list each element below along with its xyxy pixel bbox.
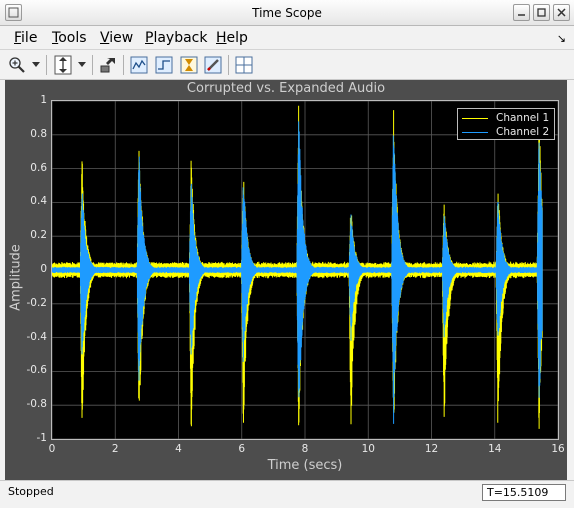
x-tick-label: 0 (48, 443, 56, 455)
legend-entry-channel-2: Channel 2 (462, 125, 549, 139)
minimize-icon (518, 14, 525, 16)
toolbar-separator (123, 55, 124, 75)
maximize-icon (537, 8, 546, 17)
y-tick-label: 0.4 (30, 195, 47, 208)
y-tick-label: -0.4 (26, 330, 48, 343)
y-tick-label: 0.8 (30, 127, 47, 140)
scale-axes-icon (54, 55, 72, 75)
plot-axes[interactable] (51, 100, 559, 440)
close-button[interactable] (553, 4, 570, 21)
zoom-in-button[interactable] (6, 53, 28, 77)
data-cursor-button[interactable] (202, 53, 224, 77)
signal-statistics-button[interactable] (128, 53, 150, 77)
zoom-in-icon (9, 57, 25, 73)
x-tick-label: 8 (301, 443, 309, 455)
menu-view-mnemonic: V (100, 30, 110, 46)
run-status: Stopped (8, 485, 54, 498)
menu-file-mnemonic: F (14, 30, 22, 46)
x-tick-label: 2 (111, 443, 119, 455)
window-menu-button[interactable] (5, 4, 22, 21)
waveform-plot (51, 100, 559, 440)
menu-playback[interactable]: Playback (145, 30, 207, 46)
signal-statistics-icon (130, 56, 148, 74)
minimize-button[interactable] (513, 4, 530, 21)
y-tick-label: 0 (40, 263, 47, 275)
toolbar-separator (228, 55, 229, 75)
layout-icon (235, 56, 253, 74)
restore-view-button[interactable] (97, 53, 119, 77)
toolbar-separator (92, 55, 93, 75)
data-cursor-icon (204, 56, 222, 74)
y-tick-label: 0.6 (30, 161, 47, 174)
dropdown-arrow-icon (78, 62, 86, 67)
window-title: Time Scope (252, 6, 322, 20)
menu-tools-label: ools (58, 30, 87, 46)
legend-line-channel-2 (462, 131, 488, 133)
x-tick-label: 12 (424, 443, 439, 455)
x-axis-label: Time (secs) (267, 458, 343, 473)
title-bar: Time Scope (0, 0, 574, 26)
x-tick-label: 4 (175, 443, 182, 455)
x-tick-label: 10 (361, 443, 375, 455)
menu-help-label: elp (226, 30, 248, 46)
menu-tools[interactable]: Tools (52, 30, 87, 46)
y-tick-label: -0.2 (26, 296, 48, 309)
y-tick-label: -0.6 (26, 364, 48, 377)
maximize-button[interactable] (533, 4, 550, 21)
simulation-time: T=15.5109 (482, 484, 566, 501)
menu-file-label: ile (21, 30, 38, 46)
legend[interactable]: Channel 1 Channel 2 (457, 108, 555, 140)
menu-playback-label: layback (153, 30, 208, 46)
legend-line-channel-1 (462, 117, 488, 119)
menu-view-label: iew (109, 30, 134, 46)
menu-bar: File Tools View Playback Help ↘ (0, 26, 574, 50)
menu-help[interactable]: Help (216, 30, 248, 46)
legend-entry-channel-1: Channel 1 (462, 111, 549, 125)
x-tick-label: 14 (488, 443, 502, 455)
peak-finder-button[interactable] (178, 53, 200, 77)
y-tick-label: 0.2 (30, 229, 47, 242)
layout-button[interactable] (233, 53, 255, 77)
trigger-button[interactable] (153, 53, 175, 77)
x-tick-label: 6 (238, 443, 246, 455)
restore-view-icon (100, 58, 115, 73)
scope-figure: Corrupted vs. Expanded Audio Amplitude T… (5, 80, 567, 480)
x-tick-label: 16 (551, 443, 565, 455)
scale-dropdown-button[interactable] (76, 53, 88, 77)
toolbar (0, 50, 574, 80)
scale-axes-button[interactable] (52, 53, 74, 77)
legend-label-channel-1: Channel 1 (496, 112, 550, 124)
peak-finder-icon (180, 56, 198, 74)
window-menu-icon (8, 7, 19, 18)
zoom-dropdown-button[interactable] (30, 53, 42, 77)
menu-file[interactable]: File (14, 30, 37, 46)
menu-help-mnemonic: H (216, 30, 227, 46)
trigger-icon (155, 56, 173, 74)
toolbar-separator (46, 55, 47, 75)
dropdown-arrow-icon (32, 62, 40, 67)
status-bar: Stopped T=15.5109 (0, 480, 574, 508)
dock-arrow-icon[interactable]: ↘ (557, 32, 566, 45)
legend-label-channel-2: Channel 2 (496, 126, 550, 138)
y-tick-label: 1 (40, 94, 47, 106)
y-tick-label: -0.8 (26, 398, 48, 411)
plot-title: Corrupted vs. Expanded Audio (186, 81, 386, 96)
menu-view[interactable]: View (100, 30, 133, 46)
close-icon (557, 8, 566, 17)
